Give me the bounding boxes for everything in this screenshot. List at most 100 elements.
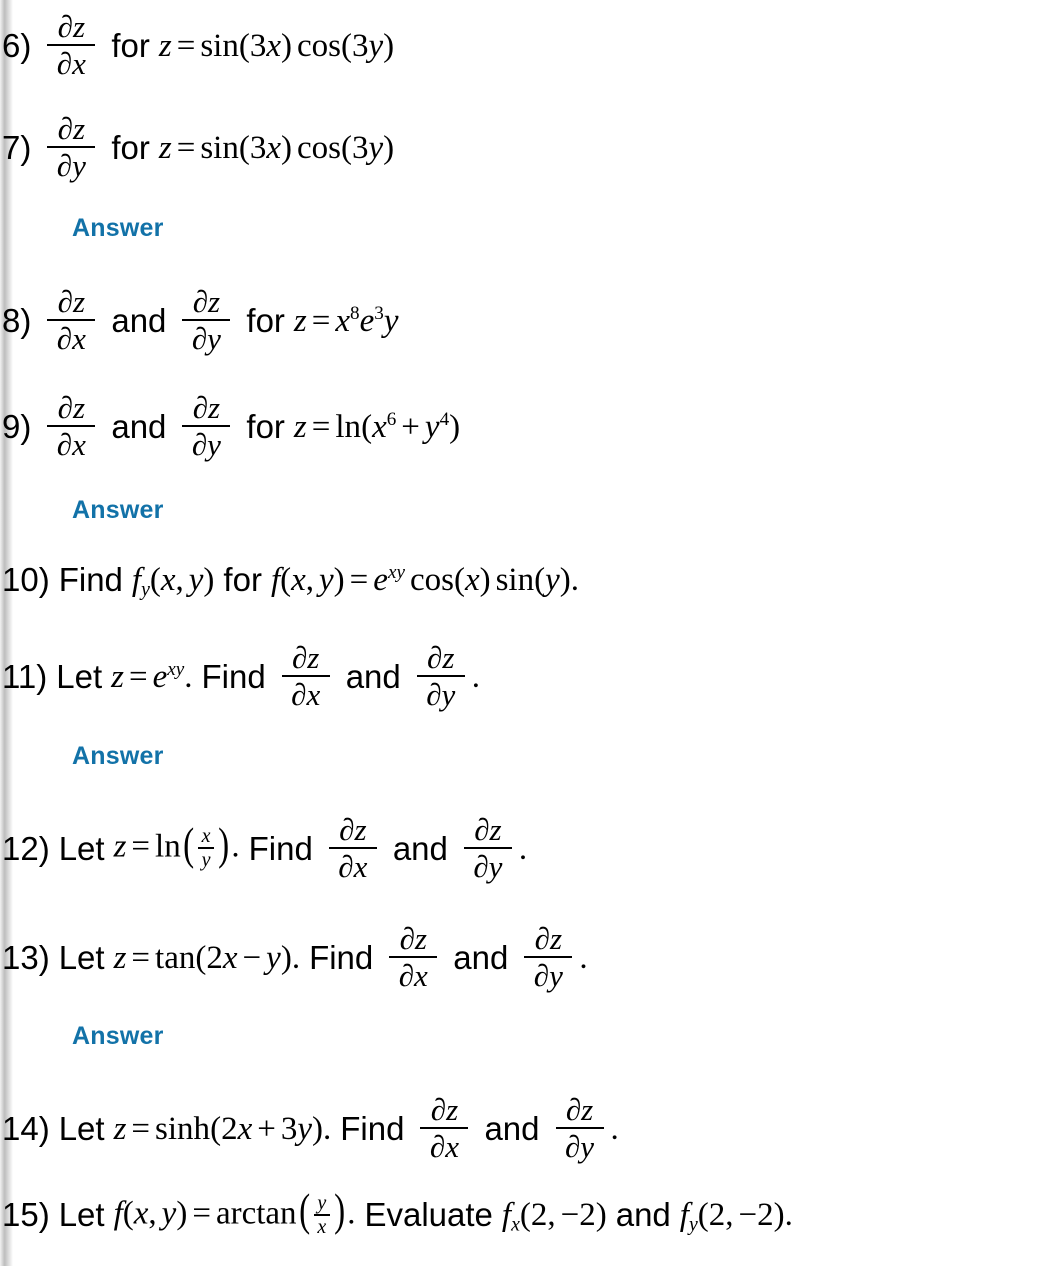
fraction-denominator: ∂y — [191, 321, 221, 356]
fraction-denominator: ∂y — [533, 958, 563, 993]
exercise-number: 13) — [2, 938, 50, 976]
word-for: for — [223, 561, 262, 598]
equals-sign: = — [131, 1110, 151, 1147]
fraction-denominator: ∂x — [338, 849, 368, 884]
word-find: Find — [340, 1109, 405, 1147]
word-for: for — [111, 26, 150, 64]
exercise-number: 8) — [2, 301, 32, 339]
equals-sign: = — [128, 658, 148, 695]
partial-derivative-dz-dy: ∂z ∂y — [524, 923, 573, 993]
equals-sign: = — [176, 129, 196, 166]
answer-link-13[interactable]: Answer — [72, 1022, 164, 1051]
word-and: and — [111, 301, 167, 339]
fraction-numerator: ∂z — [427, 640, 455, 675]
fraction-denominator: ∂x — [429, 1129, 459, 1164]
fraction-denominator: ∂x — [56, 321, 86, 356]
partial-derivative-dz-dy: ∂z ∂y — [416, 640, 465, 710]
word-let: Let — [58, 829, 105, 867]
answer-link-11[interactable]: Answer — [72, 742, 164, 771]
exercise-item-13: 13) Let z = tan(2x − y). Find ∂z ∂x and ∂z ∂… — [2, 921, 588, 993]
fraction-numerator: ∂z — [57, 390, 86, 425]
word-and: and — [615, 1196, 671, 1234]
fraction-denominator: y — [201, 848, 211, 871]
word-for: for — [111, 128, 150, 166]
period: . — [518, 830, 528, 867]
word-for: for — [246, 301, 285, 339]
fraction-numerator: x — [201, 825, 211, 848]
partial-derivative-dz-dy: ∂z ∂y — [182, 390, 231, 462]
word-find: Find — [58, 561, 123, 598]
fraction-numerator: y — [317, 1192, 327, 1214]
equals-sign: = — [349, 562, 369, 598]
partial-derivative-dz-dx: ∂z ∂x — [47, 390, 96, 460]
equation-expression: z = ln(x6 + y4) — [293, 408, 461, 445]
exercise-number: 14) — [2, 1109, 50, 1147]
word-and: and — [345, 657, 401, 695]
partial-derivative-dz-dx: ∂z ∂x — [47, 9, 96, 79]
exercise-number: 6) — [2, 26, 32, 64]
evaluate-fx: fx(2, −2) — [501, 1197, 607, 1236]
period: . — [579, 939, 588, 976]
fraction-denominator: x — [317, 1215, 327, 1238]
fraction-numerator: ∂z — [192, 284, 221, 319]
fraction-denominator: ∂y — [191, 427, 221, 462]
exercise-item-6: 6) ∂z ∂x for z = sin(3x) cos(3y) — [2, 9, 394, 80]
fraction-denominator: ∂x — [291, 677, 321, 712]
equals-sign: = — [131, 939, 151, 976]
fraction-numerator: ∂z — [565, 1092, 594, 1127]
fraction-denominator: ∂y — [473, 849, 503, 884]
word-let: Let — [58, 1109, 105, 1147]
partial-derivative-dz-dx: ∂z ∂x — [389, 921, 438, 991]
word-find: Find — [309, 938, 374, 976]
word-for: for — [246, 407, 285, 445]
exercise-number: 7) — [2, 128, 32, 166]
exercise-item-8: 8) ∂z ∂x and ∂z ∂y for z = x8e3y — [2, 284, 399, 356]
evaluate-fy: fy(2, −2). — [679, 1197, 793, 1236]
fraction-denominator: ∂y — [564, 1129, 595, 1164]
partial-derivative-dz-dy: ∂z ∂y — [182, 284, 231, 356]
word-find: Find — [248, 829, 313, 867]
exercise-item-9: 9) ∂z ∂x and ∂z ∂y for z = ln(x6 + y4) — [2, 390, 461, 462]
equation-expression: z = x8e3y — [293, 302, 399, 339]
fraction-denominator: ∂y — [56, 148, 86, 183]
word-let: Let — [58, 1196, 105, 1234]
variable-z: z — [111, 658, 124, 695]
partial-derivative-dz-dy: ∂z ∂y — [463, 814, 512, 884]
fraction-numerator: ∂z — [57, 9, 86, 44]
fraction-numerator: ∂z — [192, 390, 221, 425]
partial-derivative-dz-dx: ∂z ∂x — [47, 284, 96, 356]
fraction-numerator: ∂z — [291, 640, 320, 675]
exercise-item-11: 11) Let z = exy. Find ∂z ∂x and ∂z ∂y . — [2, 640, 480, 712]
variable-z: z — [113, 828, 127, 865]
equation-expression: z = sinh(2x +3y). — [113, 1110, 332, 1147]
fraction-numerator: ∂z — [57, 111, 86, 146]
partial-derivative-dz-dy: ∂z ∂y — [555, 1092, 604, 1164]
word-evaluate: Evaluate — [364, 1196, 493, 1234]
partial-derivative-dz-dx: ∂z ∂x — [281, 640, 330, 712]
fraction-numerator: ∂z — [57, 284, 86, 319]
answer-link-7[interactable]: Answer — [72, 214, 164, 243]
partial-derivative-dz-dx: ∂z ∂x — [328, 812, 377, 884]
period: . — [610, 1110, 619, 1147]
word-and: and — [484, 1109, 540, 1147]
exercise-item-14: 14) Let z = sinh(2x +3y). Find ∂z ∂x and ∂z… — [2, 1092, 619, 1164]
equals-sign: = — [192, 1195, 211, 1232]
equation-expression: z = exy. — [111, 658, 193, 695]
exercise-number: 15) — [2, 1196, 50, 1234]
variable-z: z — [293, 408, 307, 445]
page-edge-shadow — [0, 0, 13, 1266]
equation-expression: z = ln(x y). — [113, 817, 240, 871]
variable-z: z — [113, 1110, 127, 1147]
exercise-item-15: 15) Let f(x, y) = arctan(y x). Evaluate fx(2… — [2, 1187, 793, 1238]
equals-sign: = — [311, 302, 331, 339]
fraction-numerator: ∂z — [399, 921, 427, 956]
exercise-number: 11) — [2, 657, 48, 695]
equation-expression: z = sin(3x) cos(3y) — [158, 129, 395, 166]
exercise-number: 10) — [2, 561, 50, 598]
word-and: and — [392, 829, 448, 867]
word-find: Find — [201, 657, 266, 695]
exercise-item-10: 10) Find fy(x, y) for f(x, y) = exy cos(x) sin… — [2, 561, 579, 599]
answer-link-9[interactable]: Answer — [72, 496, 164, 525]
variable-z: z — [293, 302, 307, 339]
fraction-numerator: ∂z — [339, 812, 367, 847]
